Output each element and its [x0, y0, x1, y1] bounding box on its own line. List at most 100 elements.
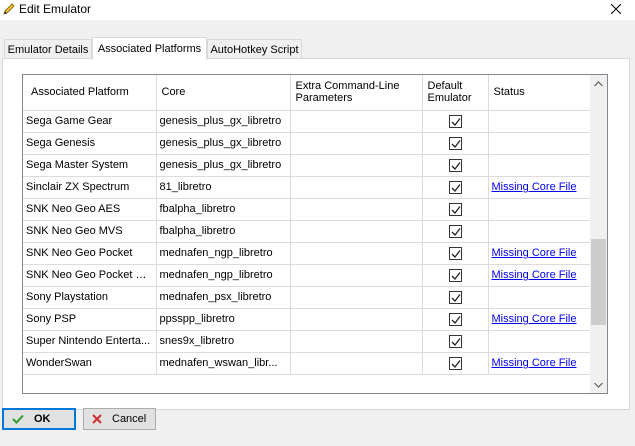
default-cell[interactable] [422, 242, 489, 265]
platform-cell[interactable]: WonderSwan [23, 352, 157, 375]
column-header-params[interactable]: Extra Command-Line Parameters [290, 75, 423, 111]
platform-cell[interactable]: SNK Neo Geo Pocket [23, 242, 157, 265]
scroll-thumb[interactable] [591, 239, 606, 325]
table-row[interactable]: Sinclair ZX Spectrum 81_libretro Missing C… [23, 176, 592, 199]
cancel-button[interactable]: Cancel [83, 408, 156, 430]
default-checkbox[interactable] [448, 136, 462, 150]
default-cell[interactable] [422, 286, 489, 309]
params-cell[interactable] [290, 198, 423, 221]
table-row[interactable]: SNK Neo Geo MVS fbalpha_libretro [23, 220, 592, 243]
platform-cell[interactable]: Sega Game Gear [23, 110, 157, 133]
core-cell[interactable]: 81_libretro [156, 176, 291, 199]
table-row[interactable]: SNK Neo Geo Pocket mednafen_ngp_libretro M… [23, 242, 592, 265]
ok-button[interactable]: OK [2, 408, 76, 430]
tab-associated-platforms[interactable]: Associated Platforms [92, 37, 207, 60]
missing-core-file-link[interactable]: Missing Core File [492, 357, 577, 369]
core-cell[interactable]: fbalpha_libretro [156, 198, 291, 221]
params-cell[interactable] [290, 132, 423, 155]
core-cell[interactable]: genesis_plus_gx_libretro [156, 132, 291, 155]
close-button[interactable] [597, 0, 635, 20]
column-header-status[interactable]: Status [488, 75, 592, 111]
x-icon [92, 414, 102, 424]
default-cell[interactable] [422, 154, 489, 177]
status-cell [488, 286, 592, 309]
params-cell[interactable] [290, 154, 423, 177]
table-row[interactable]: Sega Master System genesis_plus_gx_libret… [23, 154, 592, 177]
column-header-core[interactable]: Core [156, 75, 291, 111]
platform-cell[interactable]: Sega Master System [23, 154, 157, 177]
default-checkbox[interactable] [448, 268, 462, 282]
table-row[interactable]: Sony PSP ppsspp_libretro Missing Core File [23, 308, 592, 331]
scroll-up-button[interactable] [590, 75, 607, 92]
table-row[interactable]: SNK Neo Geo AES fbalpha_libretro [23, 198, 592, 221]
default-cell[interactable] [422, 264, 489, 287]
default-cell[interactable] [422, 352, 489, 375]
default-checkbox[interactable] [448, 158, 462, 172]
default-checkbox[interactable] [448, 290, 462, 304]
associated-platforms-panel: Associated Platform Core Extra Command-L… [2, 58, 630, 410]
params-cell[interactable] [290, 110, 423, 133]
vertical-scrollbar[interactable] [590, 75, 607, 393]
default-cell[interactable] [422, 308, 489, 331]
default-checkbox[interactable] [448, 246, 462, 260]
table-row[interactable]: Sony Playstation mednafen_psx_libretro [23, 286, 592, 309]
core-cell[interactable]: mednafen_ngp_libretro [156, 242, 291, 265]
params-cell[interactable] [290, 352, 423, 375]
table-row[interactable]: Sega Game Gear genesis_plus_gx_libretro [23, 110, 592, 133]
column-header-default[interactable]: Default Emulator [422, 75, 489, 111]
params-cell[interactable] [290, 242, 423, 265]
core-cell[interactable]: genesis_plus_gx_libretro [156, 110, 291, 133]
platform-cell[interactable]: Sega Genesis [23, 132, 157, 155]
params-cell[interactable] [290, 330, 423, 353]
platform-cell[interactable]: Sony Playstation [23, 286, 157, 309]
params-cell[interactable] [290, 176, 423, 199]
params-cell[interactable] [290, 220, 423, 243]
default-cell[interactable] [422, 110, 489, 133]
header-row: Associated Platform Core Extra Command-L… [23, 75, 592, 111]
table-row[interactable]: WonderSwan mednafen_wswan_libr... Missing … [23, 352, 592, 375]
platform-cell[interactable]: SNK Neo Geo Pocket C... [23, 264, 157, 287]
platforms-grid[interactable]: Associated Platform Core Extra Command-L… [22, 74, 608, 394]
missing-core-file-link[interactable]: Missing Core File [492, 269, 577, 281]
platform-cell[interactable]: SNK Neo Geo MVS [23, 220, 157, 243]
params-cell[interactable] [290, 264, 423, 287]
platform-cell[interactable]: Sinclair ZX Spectrum [23, 176, 157, 199]
scroll-down-button[interactable] [590, 376, 607, 393]
core-cell[interactable]: genesis_plus_gx_libretro [156, 154, 291, 177]
column-header-platform[interactable]: Associated Platform [23, 75, 157, 111]
core-cell[interactable]: ppsspp_libretro [156, 308, 291, 331]
core-cell[interactable]: fbalpha_libretro [156, 220, 291, 243]
default-checkbox[interactable] [448, 180, 462, 194]
platform-cell[interactable]: Sony PSP [23, 308, 157, 331]
default-cell[interactable] [422, 330, 489, 353]
default-checkbox[interactable] [448, 334, 462, 348]
table-row[interactable]: Super Nintendo Enterta... snes9x_libretro [23, 330, 592, 353]
default-cell[interactable] [422, 198, 489, 221]
params-cell[interactable] [290, 308, 423, 331]
core-cell[interactable]: snes9x_libretro [156, 330, 291, 353]
missing-core-file-link[interactable]: Missing Core File [492, 247, 577, 259]
core-cell[interactable]: mednafen_wswan_libr... [156, 352, 291, 375]
default-cell[interactable] [422, 220, 489, 243]
platform-cell[interactable]: SNK Neo Geo AES [23, 198, 157, 221]
platform-cell[interactable]: Super Nintendo Enterta... [23, 330, 157, 353]
status-cell [488, 330, 592, 353]
tab-emulator-details[interactable]: Emulator Details [4, 39, 92, 59]
params-cell[interactable] [290, 286, 423, 309]
default-cell[interactable] [422, 176, 489, 199]
title-bar[interactable]: Edit Emulator [0, 0, 635, 20]
core-cell[interactable]: mednafen_ngp_libretro [156, 264, 291, 287]
missing-core-file-link[interactable]: Missing Core File [492, 181, 577, 193]
default-cell[interactable] [422, 132, 489, 155]
default-checkbox[interactable] [448, 202, 462, 216]
default-checkbox[interactable] [448, 312, 462, 326]
core-cell[interactable]: mednafen_psx_libretro [156, 286, 291, 309]
default-checkbox[interactable] [448, 224, 462, 238]
default-checkbox[interactable] [448, 356, 462, 370]
table-row[interactable]: Sega Genesis genesis_plus_gx_libretro [23, 132, 592, 155]
missing-core-file-link[interactable]: Missing Core File [492, 313, 577, 325]
status-cell: Missing Core File [488, 176, 592, 199]
table-row[interactable]: SNK Neo Geo Pocket C... mednafen_ngp_libr… [23, 264, 592, 287]
tab-autohotkey-script[interactable]: AutoHotkey Script [207, 39, 302, 59]
default-checkbox[interactable] [448, 114, 462, 128]
